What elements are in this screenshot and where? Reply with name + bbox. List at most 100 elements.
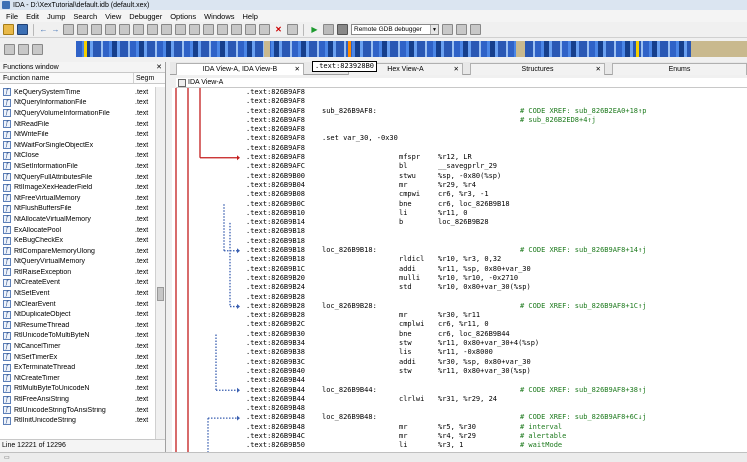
function-row[interactable]: f RtlImageXexHeaderField .text <box>0 182 155 193</box>
line-operands: %r3, 1 <box>438 441 464 450</box>
function-row[interactable]: f NtDuplicateObject .text <box>0 309 155 320</box>
menu-search[interactable]: Search <box>69 12 101 21</box>
function-name: NtCreateEvent <box>14 279 60 287</box>
debugger-options-icon[interactable] <box>442 24 453 35</box>
function-icon: f <box>3 289 11 298</box>
function-row[interactable]: f NtReadFile .text <box>0 119 155 130</box>
function-row[interactable]: f NtClearEvent .text <box>0 299 155 310</box>
function-row[interactable]: f NtWriteFile .text <box>0 129 155 140</box>
close-tab-icon[interactable]: ✕ <box>454 64 459 75</box>
offset-icon[interactable] <box>175 24 186 35</box>
undefine-icon[interactable] <box>147 24 158 35</box>
function-row[interactable]: f NtQueryVolumeInformationFile .text <box>0 108 155 119</box>
flowchart-icon[interactable] <box>231 24 242 35</box>
string-icon[interactable] <box>161 24 172 35</box>
operand-icon[interactable] <box>189 24 200 35</box>
scrollbar-thumb[interactable] <box>157 287 164 301</box>
function-segment: .text <box>135 406 149 414</box>
menu-help[interactable]: Help <box>239 12 262 21</box>
function-icon[interactable] <box>203 24 214 35</box>
function-row[interactable]: f NtSetEvent .text <box>0 288 155 299</box>
function-row[interactable]: f NtQueryVirtualMemory .text <box>0 257 155 268</box>
function-row[interactable]: f NtWaitForSingleObjectEx .text <box>0 140 155 151</box>
array-icon[interactable] <box>133 24 144 35</box>
struct-icon[interactable] <box>119 24 130 35</box>
tab-ida-view[interactable]: IDA View-A, IDA View-B ✕ <box>176 63 304 75</box>
start-debug-icon[interactable]: ▶ <box>309 24 320 35</box>
function-row[interactable]: f NtResumeThread .text <box>0 320 155 331</box>
line-operands: %r11, -0x8000 <box>438 348 493 357</box>
function-segment: .text <box>135 99 149 107</box>
function-row[interactable]: f NtSetTimerEx .text <box>0 352 155 363</box>
function-row[interactable]: f NtAllocateVirtualMemory .text <box>0 214 155 225</box>
function-row[interactable]: f NtCancelTimer .text <box>0 341 155 352</box>
menu-jump[interactable]: Jump <box>43 12 69 21</box>
bookmark-icon[interactable] <box>63 24 74 35</box>
data-icon[interactable] <box>105 24 116 35</box>
function-segment: .text <box>135 226 149 234</box>
open-folder-icon[interactable] <box>3 24 14 35</box>
function-row[interactable]: f RtlCompareMemoryUlong .text <box>0 246 155 257</box>
back-arrow-icon[interactable]: ← <box>39 24 48 35</box>
menu-edit[interactable]: Edit <box>22 12 43 21</box>
disassembly-view[interactable]: .text:826B9AF8 .text:826B9AF8 .text:826B9A… <box>172 88 747 452</box>
function-row[interactable]: f NtQueryInformationFile .text <box>0 98 155 109</box>
line-mnemonic: mfspr <box>399 153 421 162</box>
function-name: NtWaitForSingleObjectEx <box>14 141 94 149</box>
close-tab-icon[interactable]: ✕ <box>596 64 601 75</box>
menu-options[interactable]: Options <box>166 12 200 21</box>
function-row[interactable]: f RtlMultiByteToUnicodeN .text <box>0 384 155 395</box>
window-icon[interactable] <box>77 24 88 35</box>
edit-icon[interactable] <box>287 24 298 35</box>
debugger-select[interactable]: Remote GDB debugger ▼ <box>351 24 439 35</box>
functions-scrollbar[interactable] <box>155 87 165 439</box>
function-row[interactable]: f KeQuerySystemTime .text <box>0 87 155 98</box>
tab-structures[interactable]: Structures ✕ <box>470 63 605 75</box>
xrefs-icon[interactable] <box>245 24 256 35</box>
function-row[interactable]: f RtlUnicodeStringToAnsiString .text <box>0 405 155 416</box>
line-mnemonic: stw <box>399 366 412 375</box>
step-over-icon[interactable] <box>470 24 481 35</box>
function-row[interactable]: f RtlFreeAnsiString .text <box>0 394 155 405</box>
function-row[interactable]: f RtlInitUnicodeString .text <box>0 415 155 426</box>
navigation-band[interactable] <box>76 41 747 57</box>
save-disk-icon[interactable] <box>17 24 28 35</box>
step-into-icon[interactable] <box>456 24 467 35</box>
menu-windows[interactable]: Windows <box>200 12 238 21</box>
function-row[interactable]: f NtClose .text <box>0 151 155 162</box>
graph-icon[interactable] <box>217 24 228 35</box>
column-function-name[interactable]: Function name <box>0 73 134 83</box>
function-row[interactable]: f KeBugCheckEx .text <box>0 235 155 246</box>
function-row[interactable]: f NtSetInformationFile .text <box>0 161 155 172</box>
nav-zoom-icon[interactable] <box>32 43 43 55</box>
cross-icon[interactable]: ✕ <box>273 24 284 35</box>
line-comment: # interval <box>520 422 563 431</box>
function-row[interactable]: f NtCreateTimer .text <box>0 373 155 384</box>
function-row[interactable]: f NtQueryFullAttributesFile .text <box>0 172 155 183</box>
function-row[interactable]: f NtFreeVirtualMemory .text <box>0 193 155 204</box>
tab-enums[interactable]: Enums <box>612 63 747 75</box>
function-row[interactable]: f ExAllocatePool .text <box>0 225 155 236</box>
arrowhead-icon <box>237 155 240 161</box>
function-segment: .text <box>135 417 149 425</box>
line-mnemonic: clrlwi <box>399 394 425 403</box>
function-row[interactable]: f RtlRaiseException .text <box>0 267 155 278</box>
close-icon[interactable]: ✕ <box>156 62 162 73</box>
nav-right-icon[interactable] <box>18 43 29 55</box>
calc-icon[interactable] <box>259 24 270 35</box>
close-tab-icon[interactable]: ✕ <box>295 64 300 75</box>
column-segment[interactable]: Segm <box>134 73 154 83</box>
menu-debugger[interactable]: Debugger <box>125 12 166 21</box>
function-row[interactable]: f NtFlushBuffersFile .text <box>0 204 155 215</box>
function-row[interactable]: f NtCreateEvent .text <box>0 278 155 289</box>
code-icon[interactable] <box>91 24 102 35</box>
function-row[interactable]: f ExTerminateThread .text <box>0 362 155 373</box>
nav-left-icon[interactable] <box>4 43 15 55</box>
stop-icon[interactable] <box>337 24 348 35</box>
forward-arrow-icon[interactable]: → <box>51 24 60 35</box>
menu-file[interactable]: File <box>2 12 22 21</box>
function-row[interactable]: f RtlUnicodeToMultiByteN .text <box>0 331 155 342</box>
menu-view[interactable]: View <box>101 12 125 21</box>
pause-icon[interactable] <box>323 24 334 35</box>
function-icon: f <box>3 226 11 235</box>
